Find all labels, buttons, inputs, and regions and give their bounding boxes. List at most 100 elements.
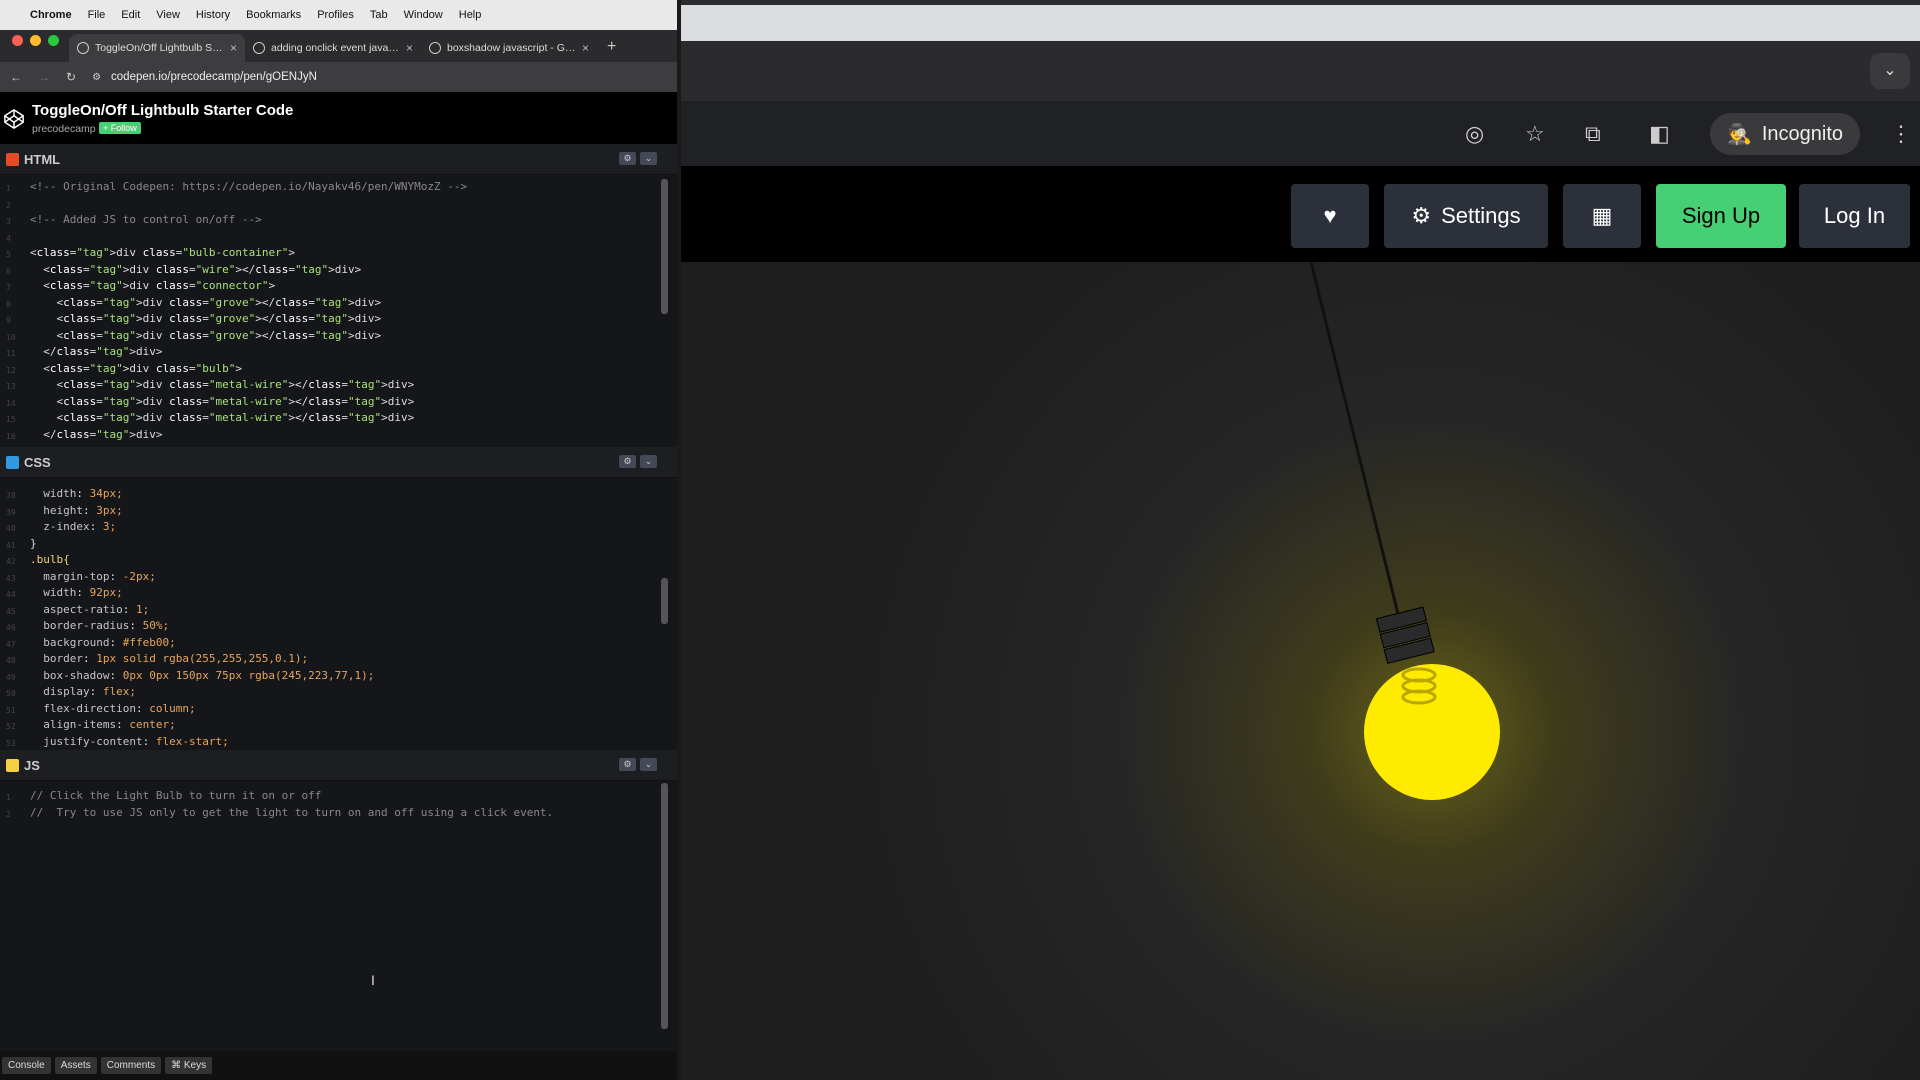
code-line: width: 92px;: [43, 586, 123, 599]
site-info-icon[interactable]: ⚙: [92, 72, 101, 83]
line-number: 4: [6, 233, 11, 243]
codepen-logo-icon[interactable]: [3, 108, 25, 130]
side-panel-icon[interactable]: ◧: [1649, 121, 1670, 147]
layout-button[interactable]: ▦: [1563, 184, 1641, 248]
close-tab-icon[interactable]: ×: [582, 41, 589, 55]
pen-title[interactable]: ToggleOn/Off Lightbulb Starter Code: [32, 102, 293, 119]
html-badge-icon: [6, 152, 19, 166]
menu-app-name[interactable]: Chrome: [30, 9, 72, 21]
bulb[interactable]: [1364, 664, 1500, 800]
settings-label: Settings: [1441, 203, 1521, 228]
settings-gear-icon[interactable]: ⚙: [619, 758, 636, 771]
code-line: .bulb{: [30, 553, 70, 566]
layout-grid-icon: ▦: [1591, 203, 1613, 228]
scrollbar[interactable]: [661, 179, 668, 314]
window-controls: [0, 35, 69, 57]
menu-history[interactable]: History: [196, 9, 230, 21]
follow-button[interactable]: + Follow: [99, 122, 141, 134]
scrollbar[interactable]: [661, 783, 668, 1029]
codepen-footer: Console Assets Comments ⌘ Keys: [0, 1051, 677, 1080]
keys-button[interactable]: ⌘ Keys: [165, 1057, 213, 1074]
more-menu-icon[interactable]: ⋮: [1890, 121, 1912, 147]
pen-author[interactable]: precodecamp: [32, 123, 96, 135]
line-number: 2: [6, 200, 11, 210]
bookmark-star-icon[interactable]: ☆: [1525, 121, 1545, 147]
line-number: 6: [6, 266, 11, 276]
menu-view[interactable]: View: [156, 9, 180, 21]
text-cursor-icon: I: [371, 972, 375, 988]
incognito-indicator[interactable]: 🕵 Incognito: [1710, 113, 1860, 155]
log-in-button[interactable]: Log In: [1799, 184, 1910, 248]
settings-button[interactable]: ⚙ Settings: [1384, 184, 1548, 248]
minimize-window-button[interactable]: [30, 35, 41, 46]
incognito-label: Incognito: [1761, 122, 1844, 145]
sign-up-button[interactable]: Sign Up: [1656, 184, 1786, 248]
lightbulb-illustration: [1309, 262, 1500, 800]
js-editor-panel: JS ⚙ ⌄ 1 // Click the Light Bulb to turn i…: [0, 750, 677, 1052]
close-tab-icon[interactable]: ×: [230, 41, 237, 55]
html-code-area[interactable]: 1 <!-- Original Codepen: https://codepen.…: [0, 175, 677, 448]
menu-edit[interactable]: Edit: [121, 9, 140, 21]
menu-bookmarks[interactable]: Bookmarks: [246, 9, 301, 21]
console-button[interactable]: Console: [2, 1057, 51, 1074]
love-button[interactable]: ♥: [1291, 184, 1369, 248]
google-favicon-icon: [253, 42, 265, 54]
forward-arrow-icon[interactable]: →: [38, 70, 50, 84]
settings-gear-icon[interactable]: ⚙: [619, 152, 636, 165]
code-line: border-radius: 50%;: [43, 619, 170, 632]
line-number: 9: [6, 316, 11, 325]
right-toolbar: ◎ ☆ ⧉ ◧ 🕵 Incognito ⋮: [681, 101, 1920, 166]
url-field[interactable]: codepen.io/precodecamp/pen/gOENJyN: [111, 71, 317, 83]
chevron-down-icon[interactable]: ⌄: [640, 455, 657, 468]
line-number: 50: [6, 689, 16, 698]
close-window-button[interactable]: [12, 35, 23, 46]
line-number: 7: [6, 283, 11, 292]
bulb-connector: [1375, 606, 1435, 664]
settings-gear-icon[interactable]: ⚙: [619, 455, 636, 468]
code-line: background: #ffeb00;: [43, 635, 176, 649]
line-number: 38: [6, 491, 16, 500]
tab-title: adding onclick event javascript: [271, 42, 400, 54]
code-line: <class="tag">div class="metal-wire"></cl…: [30, 378, 415, 391]
extensions-puzzle-icon[interactable]: ⧉: [1585, 121, 1601, 147]
css-code-area[interactable]: 38 width: 34px; 39 height: 3px; 40 z-index…: [0, 478, 677, 751]
html-editor-label: HTML: [24, 151, 61, 167]
tab-codepen[interactable]: ToggleOn/Off Lightbulb Starter Code ×: [69, 34, 245, 62]
line-number: 46: [6, 623, 16, 632]
maximize-window-button[interactable]: [48, 35, 59, 46]
browser-tab-bar: ToggleOn/Off Lightbulb Starter Code × ad…: [0, 30, 677, 62]
line-number: 48: [6, 656, 16, 665]
codepen-favicon-icon: [77, 42, 89, 54]
tab-onclick-search[interactable]: adding onclick event javascript ×: [245, 34, 421, 62]
css-editor-label: CSS: [24, 454, 51, 470]
right-tab-bar: ⌄: [681, 41, 1920, 101]
code-line: margin-top: -2px;: [43, 569, 156, 583]
comments-button[interactable]: Comments: [100, 1057, 162, 1074]
code-line: <class="tag">div class="wire"></class="t…: [30, 262, 362, 276]
line-number: 12: [6, 365, 16, 375]
chevron-down-icon[interactable]: ⌄: [640, 758, 657, 771]
menu-file[interactable]: File: [88, 9, 106, 21]
tab-search-chevron-down-icon[interactable]: ⌄: [1870, 53, 1910, 89]
js-code-area[interactable]: 1 // Click the Light Bulb to turn it on o…: [0, 781, 677, 1052]
menu-tab[interactable]: Tab: [370, 9, 388, 21]
scrollbar[interactable]: [661, 578, 668, 624]
log-in-label: Log In: [1823, 203, 1886, 228]
code-line: <class="tag">div class="grove"></class="…: [30, 295, 382, 309]
back-arrow-icon[interactable]: ←: [10, 70, 22, 84]
close-tab-icon[interactable]: ×: [406, 41, 413, 55]
reload-icon[interactable]: ↻: [66, 70, 76, 84]
eye-off-icon[interactable]: ◎: [1465, 121, 1484, 147]
code-line: <class="tag">div class="metal-wire"></cl…: [30, 394, 415, 408]
line-number: 15: [6, 415, 16, 424]
code-line: <class="tag">div class="bulb">: [30, 361, 242, 375]
chevron-down-icon[interactable]: ⌄: [640, 152, 657, 165]
heart-icon: ♥: [1323, 203, 1337, 228]
menu-help[interactable]: Help: [459, 9, 482, 21]
tab-boxshadow-search[interactable]: boxshadow javascript - Google Search ×: [421, 34, 597, 62]
menu-profiles[interactable]: Profiles: [317, 9, 354, 21]
line-number: 43: [6, 573, 16, 583]
menu-window[interactable]: Window: [404, 9, 443, 21]
new-tab-icon[interactable]: +: [597, 38, 626, 62]
assets-button[interactable]: Assets: [54, 1057, 97, 1074]
